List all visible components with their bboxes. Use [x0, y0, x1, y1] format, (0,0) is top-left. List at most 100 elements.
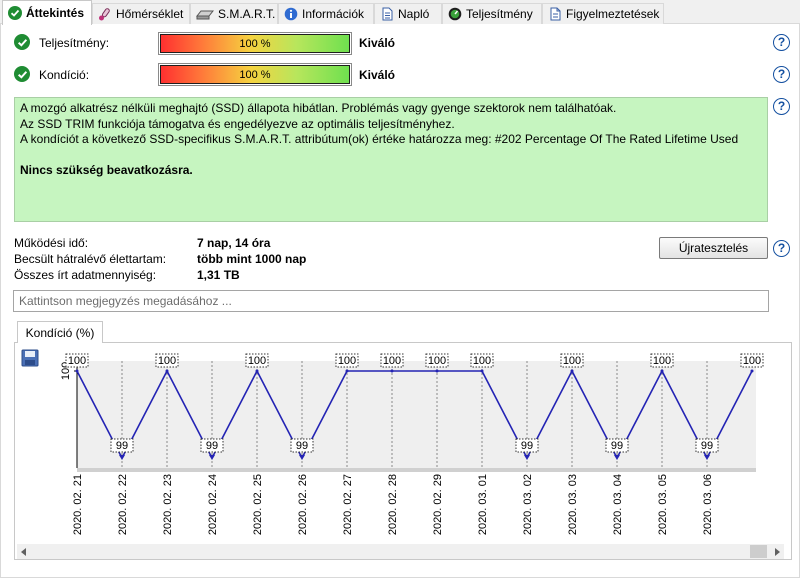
scroll-right-arrow-icon[interactable]	[772, 547, 782, 557]
status-conclusion: Nincs szükség beavatkozásra.	[20, 162, 193, 177]
data-label: 100	[563, 355, 581, 367]
status-line: Az SSD TRIM funkciója támogatva és enged…	[20, 116, 455, 131]
green-check-icon	[8, 6, 22, 20]
performance-check-icon	[14, 34, 30, 50]
lifetime-label: Becsült hátralévő élettartam:	[14, 252, 167, 266]
status-help-icon[interactable]: ?	[773, 98, 790, 115]
data-label: 100	[158, 355, 176, 367]
overview-panel: Teljesítmény: 100 % Kiváló ? Kondíció: 1…	[0, 24, 800, 578]
performance-rating: Kiváló	[359, 36, 396, 50]
chart-tab-label: Kondíció (%)	[25, 325, 95, 340]
written-value: 1,31 TB	[197, 268, 240, 282]
x-tick-label: 2020. 02. 25	[252, 474, 264, 535]
data-label: 100	[743, 355, 761, 367]
scroll-left-arrow-icon[interactable]	[19, 547, 29, 557]
tab-information[interactable]: Információk	[278, 3, 374, 24]
health-bar-text: 100 %	[239, 68, 271, 81]
status-line: A mozgó alkatrész nélküli meghajtó (SSD)…	[20, 101, 617, 115]
data-label: 100	[383, 355, 401, 367]
x-tick-label: 2020. 02. 26	[297, 474, 309, 535]
data-point	[570, 369, 574, 373]
x-tick-label: 2020. 02. 21	[72, 474, 84, 535]
health-help-icon[interactable]: ?	[773, 66, 790, 83]
chart-tab-health[interactable]: Kondíció (%)	[17, 321, 103, 343]
tab-overview-label: Áttekintés	[26, 6, 85, 20]
retest-help-icon[interactable]: ?	[773, 240, 790, 257]
tab-log-label: Napló	[398, 7, 430, 21]
performance-bar-text: 100 %	[239, 37, 271, 50]
scroll-thumb[interactable]	[750, 545, 767, 558]
data-label: 100	[473, 355, 491, 367]
data-label: 100	[338, 355, 356, 367]
chart-frame: 100 100 99 100 99 100 99 100 100 100 100 99 100 99 100…	[14, 342, 792, 560]
tab-information-label: Információk	[302, 7, 365, 21]
uptime-value: 7 nap, 14 óra	[197, 236, 271, 250]
tab-smart-label: S.M.A.R.T.	[218, 7, 276, 21]
x-tick-label: 2020. 03. 05	[657, 474, 669, 535]
x-tick-label: 2020. 03. 06	[702, 474, 714, 535]
plot-area	[77, 361, 756, 468]
data-point	[390, 369, 394, 373]
status-line: A kondíciót a következő SSD-specifikus S…	[20, 132, 739, 146]
data-point	[660, 369, 664, 373]
health-label: Kondíció:	[39, 68, 90, 82]
x-tick-label: 2020. 02. 22	[117, 474, 129, 535]
data-label: 99	[296, 440, 308, 452]
data-point	[345, 369, 349, 373]
x-tick-label: 2020. 02. 29	[432, 474, 444, 535]
data-label: 99	[116, 440, 128, 452]
info-icon	[284, 7, 298, 21]
tab-performance[interactable]: Teljesítmény	[442, 3, 542, 24]
data-point	[480, 369, 484, 373]
data-point	[750, 369, 754, 373]
tab-strip: Áttekintés Hőmérséklet S.M.A.R.T. Inform…	[0, 0, 800, 25]
chart-horizontal-scrollbar[interactable]	[17, 544, 784, 559]
uptime-label: Működési idő:	[14, 236, 89, 250]
comment-input[interactable]	[13, 290, 769, 312]
data-label: 100	[653, 355, 671, 367]
tab-smart[interactable]: S.M.A.R.T.	[190, 3, 278, 24]
tab-temperature-label: Hőmérséklet	[116, 7, 184, 21]
tab-alerts-label: Figyelmeztetések	[566, 7, 660, 21]
speedometer-icon	[448, 7, 462, 21]
data-label: 100	[428, 355, 446, 367]
tab-alerts[interactable]: Figyelmeztetések	[542, 3, 664, 24]
data-label: 99	[521, 440, 533, 452]
drive-icon	[195, 7, 215, 21]
data-point	[255, 369, 259, 373]
log-document-icon	[380, 7, 394, 21]
x-tick-label: 2020. 03. 03	[567, 474, 579, 535]
health-bar: 100 %	[158, 63, 352, 86]
data-label: 99	[206, 440, 218, 452]
retest-button[interactable]: Újratesztelés	[659, 237, 768, 259]
data-label: 99	[701, 440, 713, 452]
data-label: 100	[248, 355, 266, 367]
performance-label: Teljesítmény:	[39, 36, 110, 50]
x-tick-label: 2020. 03. 01	[477, 474, 489, 535]
health-check-icon	[14, 66, 30, 82]
performance-help-icon[interactable]: ?	[773, 34, 790, 51]
data-label: 99	[611, 440, 623, 452]
x-tick-label: 2020. 03. 02	[522, 474, 534, 535]
data-point	[75, 369, 79, 373]
data-point	[165, 369, 169, 373]
tab-performance-label: Teljesítmény	[466, 7, 533, 21]
performance-bar: 100 %	[158, 32, 352, 55]
health-rating: Kiváló	[359, 68, 396, 82]
tab-log[interactable]: Napló	[374, 3, 442, 24]
plot-floor	[77, 468, 756, 472]
health-chart: 100 100 99 100 99 100 99 100 100 100 100 99 100 99 100…	[60, 353, 764, 535]
alerts-document-icon	[548, 7, 562, 21]
tab-temperature[interactable]: Hőmérséklet	[92, 3, 190, 24]
lifetime-value: több mint 1000 nap	[197, 252, 307, 266]
tab-overview[interactable]: Áttekintés	[2, 0, 92, 25]
x-tick-label: 2020. 02. 23	[162, 474, 174, 535]
x-tick-label: 2020. 02. 28	[387, 474, 399, 535]
x-tick-label: 2020. 02. 27	[342, 474, 354, 535]
written-label: Összes írt adatmennyiség:	[14, 268, 157, 282]
x-tick-label: 2020. 02. 24	[207, 474, 219, 535]
x-tick-label: 2020. 03. 04	[612, 474, 624, 535]
thermometer-icon	[98, 7, 112, 21]
status-description: A mozgó alkatrész nélküli meghajtó (SSD)…	[14, 97, 768, 222]
data-label: 100	[68, 355, 86, 367]
